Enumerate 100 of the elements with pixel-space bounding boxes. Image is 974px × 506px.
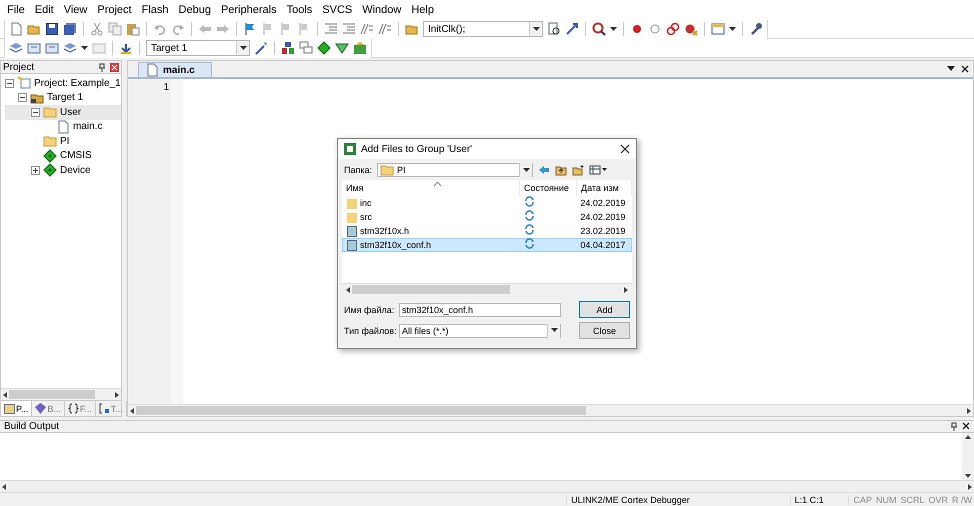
column-header[interactable]: Состояние [520,180,577,196]
menu-item[interactable]: Help [406,4,439,16]
menu-item[interactable]: Window [357,4,406,16]
paste-icon[interactable] [126,22,140,36]
project-icon [17,76,31,90]
collapse-toggle[interactable] [31,108,40,117]
left-arrow-icon[interactable] [344,286,352,294]
close-button[interactable]: Close [579,322,630,339]
field-label: Имя файла: [344,304,394,314]
menu-item[interactable]: Debug [174,4,216,16]
close-icon[interactable] [961,65,969,73]
menu-item[interactable]: Peripherals [216,4,282,16]
up-arrow-icon[interactable] [964,433,972,441]
new-file-icon[interactable] [9,22,23,36]
save-all-icon[interactable] [63,22,77,36]
add-button[interactable]: Add [579,301,630,318]
collapse-icon [33,110,38,115]
linked-circles-icon[interactable] [666,22,680,36]
right-arrow-icon[interactable] [622,286,630,294]
left-arrow-icon[interactable] [0,482,8,490]
editor-tab[interactable]: main.c [138,62,212,77]
menu-item[interactable]: Tools [282,4,318,16]
comment-icon[interactable] [360,22,374,36]
column-header[interactable]: Имя [342,180,520,196]
menu-item[interactable]: Flash [136,4,174,16]
tree-item[interactable]: main.c [5,120,121,134]
folder-combo-box[interactable]: PI [377,163,533,177]
menu-item[interactable]: Project [92,4,137,16]
right-arrow-icon[interactable] [966,482,974,490]
expand-toggle[interactable] [31,166,40,175]
folder-up-icon[interactable] [555,164,567,176]
collapse-toggle[interactable] [18,93,27,102]
right-arrow-icon[interactable] [113,390,121,398]
menu-item[interactable]: File [2,4,30,16]
line-number: 1 [162,82,169,95]
window-icon[interactable] [711,22,725,36]
down-arrow-icon[interactable] [964,472,972,480]
tree-item[interactable]: Project: Example_1 [5,76,121,90]
flag-icon[interactable] [243,22,257,36]
kill-breakpoints-icon[interactable] [684,22,698,36]
tree-item[interactable]: CMSIS [5,148,121,163]
dropdown-arrow-icon[interactable] [947,66,955,72]
wrench-icon[interactable] [749,22,763,36]
magic-wand-icon[interactable] [254,41,268,55]
magnifier-icon[interactable] [592,22,606,36]
new-folder-icon[interactable] [572,164,584,176]
horizontal-scrollbar[interactable] [128,404,973,416]
left-arrow-icon[interactable] [128,406,136,414]
horizontal-scrollbar[interactable] [0,480,974,492]
horizontal-scrollbar[interactable] [1,388,121,400]
indent-icon[interactable] [342,22,356,36]
save-icon[interactable] [45,22,59,36]
find-combo-box[interactable]: InitClk(); [423,21,543,37]
target-combo-box[interactable]: Target 1 [146,40,250,56]
project-window-icon [4,403,15,414]
pin-icon[interactable] [98,62,106,72]
tree-item[interactable]: Target 1 [5,90,121,105]
panel-tab[interactable]: P... [1,401,32,416]
filename-field[interactable]: stm32f10x_conf.h [399,302,562,316]
diamond-icon[interactable] [317,41,331,55]
stacked-layers-icon[interactable] [63,41,77,55]
panel-tab[interactable]: B... [32,401,65,416]
menu-item[interactable]: View [58,4,92,16]
file-row[interactable]: inc 24.02.2019 [342,196,632,210]
back-arrow-icon[interactable] [538,164,550,176]
collapse-toggle[interactable] [5,78,14,88]
comment-icon[interactable] [378,22,392,36]
package-icon[interactable] [353,41,367,55]
close-icon[interactable] [620,144,630,154]
left-arrow-icon[interactable] [1,390,9,398]
view-menu-icon[interactable] [589,164,607,176]
file-row[interactable]: stm32f10x_conf.h 04.04.2017 [342,238,632,252]
stacked-layers-icon[interactable] [9,41,23,55]
breakpoint-icon[interactable] [630,22,644,36]
status-indicator: OVR [927,494,949,504]
colored-blocks-icon[interactable] [281,41,295,55]
empty-circle-icon[interactable] [648,22,662,36]
tree-item[interactable]: User [5,105,121,120]
arrows-icon[interactable] [565,22,579,36]
download-icon[interactable] [119,41,133,55]
file-row[interactable]: stm32f10x.h 23.02.2019 [342,224,632,238]
stacked-windows-icon[interactable] [299,41,313,55]
vertical-scrollbar[interactable] [962,433,974,480]
tree-item[interactable]: Device [5,163,121,178]
right-arrow-icon[interactable] [965,406,973,414]
gem-icon[interactable] [335,41,349,55]
file-row[interactable]: src 24.02.2019 [342,210,632,224]
app-icon [344,143,356,155]
file-type-select[interactable]: All files (*.*) [399,324,562,338]
pin-icon[interactable] [950,422,958,431]
scissors-icon[interactable] [90,22,104,36]
panel-tab[interactable]: F... [64,401,96,416]
menu-item[interactable]: Edit [30,4,59,16]
menu-item[interactable]: SVCS [317,4,358,16]
indent-icon[interactable] [324,22,338,36]
close-icon[interactable] [962,422,970,430]
sync-icon [524,196,535,207]
column-header[interactable]: Дата изм [577,180,632,196]
tree-item[interactable]: PI [5,134,121,148]
find-in-files-icon[interactable] [547,22,561,36]
